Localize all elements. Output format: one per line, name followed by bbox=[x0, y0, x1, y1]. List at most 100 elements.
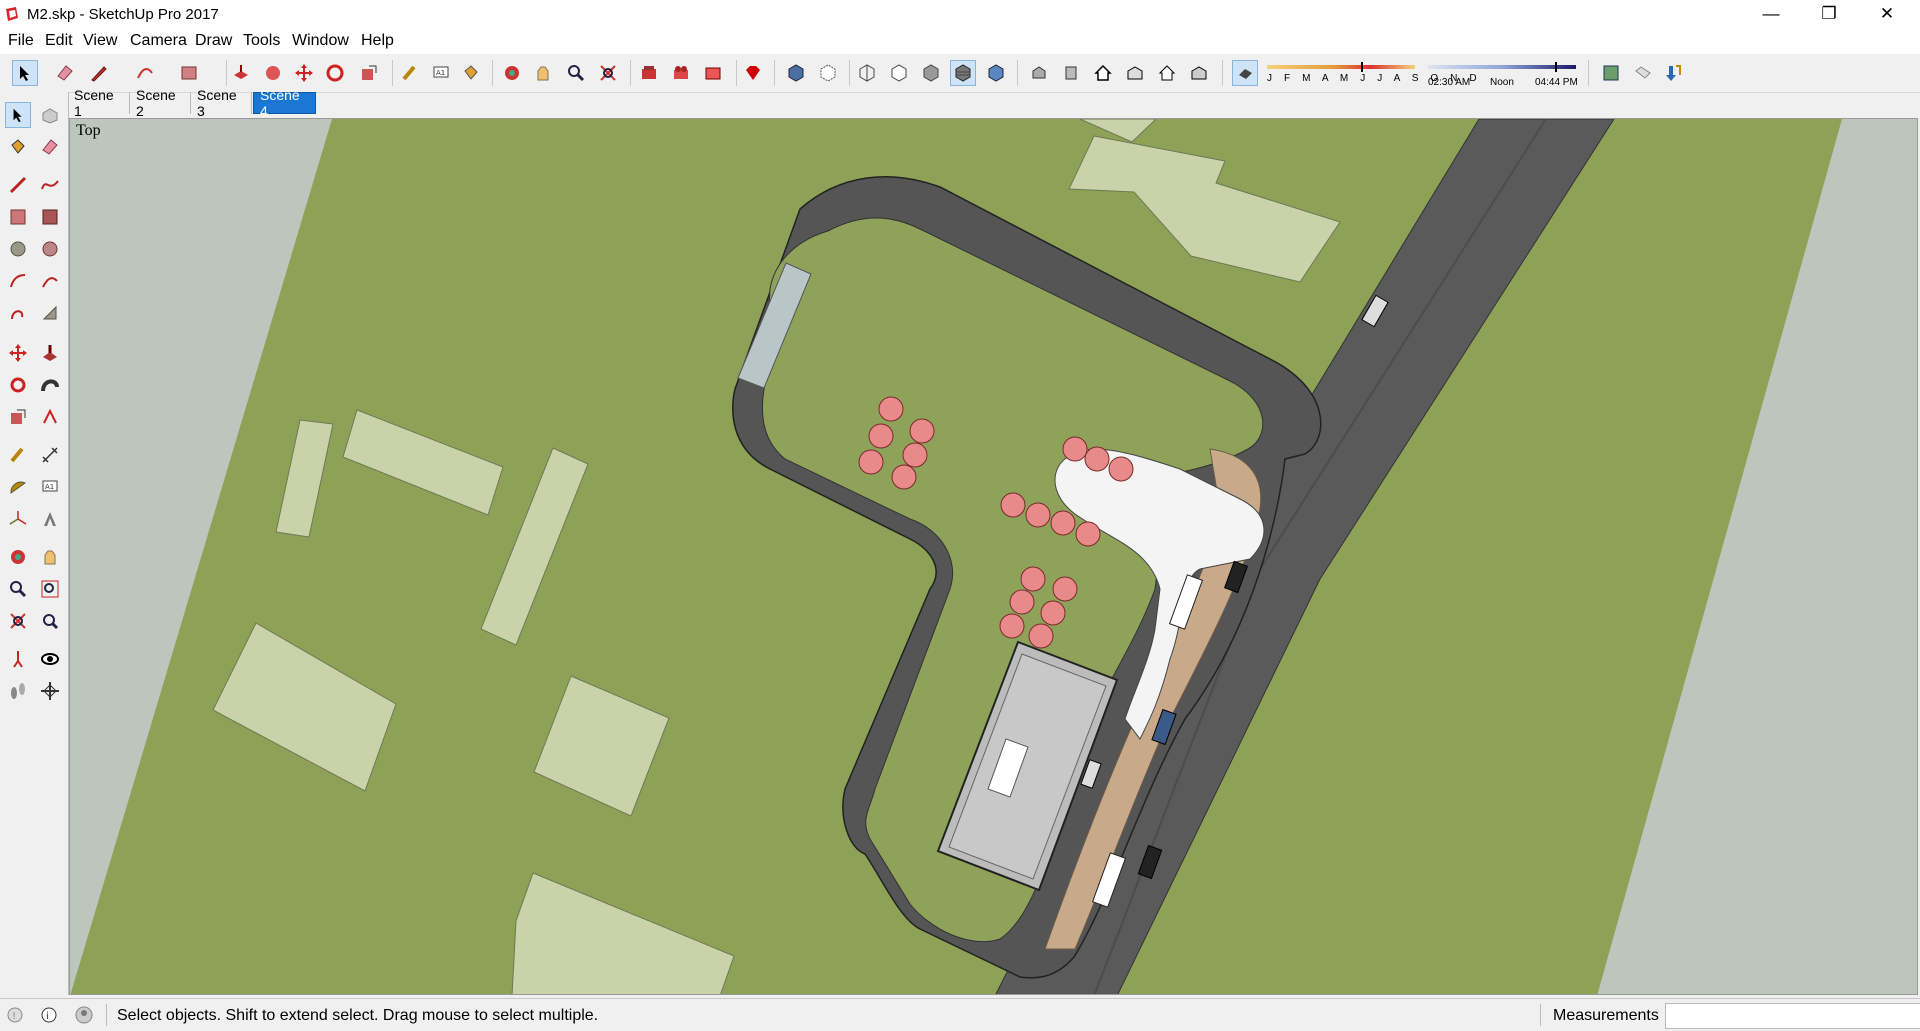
pan-icon[interactable] bbox=[530, 60, 556, 86]
zoom-extents-icon[interactable] bbox=[595, 60, 621, 86]
tape-measure-icon[interactable] bbox=[397, 60, 423, 86]
arc-icon[interactable] bbox=[132, 60, 158, 86]
shaded-textures-icon[interactable] bbox=[950, 60, 976, 86]
follow-me-tool-icon[interactable] bbox=[37, 372, 63, 398]
tag-icon[interactable] bbox=[1630, 60, 1656, 86]
rectangle-icon[interactable] bbox=[176, 60, 202, 86]
model-viewport[interactable]: Top bbox=[69, 118, 1918, 995]
three-point-arc-icon[interactable] bbox=[5, 300, 31, 326]
front-view-icon[interactable] bbox=[1090, 60, 1116, 86]
menu-file[interactable]: File bbox=[8, 32, 34, 50]
make-component-icon[interactable] bbox=[37, 102, 63, 128]
3d-text-tool-icon[interactable] bbox=[37, 506, 63, 532]
zoom-extents-tool-icon[interactable] bbox=[5, 608, 31, 634]
move-icon[interactable] bbox=[291, 60, 317, 86]
restore-button[interactable]: ❐ bbox=[1800, 0, 1858, 28]
close-button[interactable]: ✕ bbox=[1858, 0, 1916, 28]
section-plane-icon[interactable] bbox=[37, 678, 63, 704]
zoom-icon[interactable] bbox=[563, 60, 589, 86]
right-view-icon[interactable] bbox=[1122, 60, 1148, 86]
shadow-time-slider[interactable]: 02:30 AM Noon 04:44 PM bbox=[1428, 60, 1578, 88]
dimension-tool-icon[interactable] bbox=[37, 442, 63, 468]
layers-icon[interactable] bbox=[1661, 60, 1687, 86]
previous-view-icon[interactable] bbox=[37, 608, 63, 634]
credits-info-icon[interactable]: i bbox=[40, 1006, 58, 1024]
menu-window[interactable]: Window bbox=[292, 32, 349, 50]
tape-measure-tool-icon[interactable] bbox=[5, 442, 31, 468]
styles-icon[interactable] bbox=[1598, 60, 1624, 86]
user-account-icon[interactable] bbox=[75, 1006, 93, 1024]
polygon-tool-icon[interactable] bbox=[37, 236, 63, 262]
menu-tools[interactable]: Tools bbox=[243, 32, 280, 50]
protractor-tool-icon[interactable] bbox=[5, 474, 31, 500]
wireframe-icon[interactable] bbox=[854, 60, 880, 86]
offset-tool-icon[interactable] bbox=[37, 404, 63, 430]
arc-tool-icon[interactable] bbox=[5, 268, 31, 294]
rotate-tool-icon[interactable] bbox=[5, 372, 31, 398]
push-pull-tool-icon[interactable] bbox=[37, 340, 63, 366]
hidden-line-icon[interactable] bbox=[886, 60, 912, 86]
pie-tool-icon[interactable] bbox=[37, 300, 63, 326]
paint-bucket-icon[interactable] bbox=[458, 60, 484, 86]
left-view-icon[interactable] bbox=[1186, 60, 1212, 86]
extension-icon[interactable] bbox=[700, 60, 726, 86]
tab-scene-1[interactable]: Scene 1 bbox=[68, 87, 130, 119]
menu-bar: File Edit View Camera Draw Tools Window … bbox=[0, 28, 1920, 54]
restore-icon: ❐ bbox=[1821, 4, 1837, 23]
move-tool-icon[interactable] bbox=[5, 340, 31, 366]
eraser-tool-icon[interactable] bbox=[37, 134, 63, 160]
zoom-window-tool-icon[interactable] bbox=[37, 576, 63, 602]
orbit-tool-icon[interactable] bbox=[5, 544, 31, 570]
text-tool-icon[interactable]: A1 bbox=[37, 474, 63, 500]
rotate-icon[interactable] bbox=[322, 60, 348, 86]
back-edges-icon[interactable] bbox=[815, 60, 841, 86]
svg-text:A1: A1 bbox=[436, 69, 445, 77]
position-camera-icon[interactable] bbox=[5, 646, 31, 672]
line-tool-icon[interactable] bbox=[5, 172, 31, 198]
rectangle-tool-icon[interactable] bbox=[5, 204, 31, 230]
time-gradient-bar bbox=[1428, 62, 1576, 72]
text-icon[interactable]: A1 bbox=[428, 60, 454, 86]
measurements-input[interactable] bbox=[1665, 1003, 1920, 1029]
xray-icon[interactable] bbox=[783, 60, 809, 86]
pan-tool-icon[interactable] bbox=[37, 544, 63, 570]
menu-edit[interactable]: Edit bbox=[45, 32, 73, 50]
tab-scene-2[interactable]: Scene 2 bbox=[130, 87, 191, 119]
freehand-tool-icon[interactable] bbox=[37, 172, 63, 198]
warehouse-icon[interactable] bbox=[636, 60, 662, 86]
walk-tool-icon[interactable] bbox=[5, 678, 31, 704]
tab-scene-4[interactable]: Scene 4 bbox=[253, 87, 316, 119]
top-view-icon[interactable] bbox=[1058, 60, 1084, 86]
circle-tool-icon[interactable] bbox=[5, 236, 31, 262]
select-tool-icon[interactable] bbox=[5, 102, 31, 128]
tab-scene-3[interactable]: Scene 3 bbox=[191, 87, 252, 119]
ruby-icon[interactable] bbox=[740, 60, 766, 86]
back-view-icon[interactable] bbox=[1154, 60, 1180, 86]
components-icon[interactable] bbox=[668, 60, 694, 86]
shadow-date-slider[interactable]: J F M A M J J A S O N D bbox=[1267, 60, 1477, 88]
geo-location-icon[interactable]: ! bbox=[6, 1006, 24, 1024]
zoom-tool-icon[interactable] bbox=[5, 576, 31, 602]
menu-view[interactable]: View bbox=[83, 32, 117, 50]
orbit-icon[interactable] bbox=[499, 60, 525, 86]
scale-tool-icon[interactable] bbox=[5, 404, 31, 430]
two-point-arc-icon[interactable] bbox=[37, 268, 63, 294]
paint-tool-icon[interactable] bbox=[5, 134, 31, 160]
pencil-icon[interactable] bbox=[86, 60, 112, 86]
shaded-icon[interactable] bbox=[918, 60, 944, 86]
push-pull-icon[interactable] bbox=[228, 60, 254, 86]
menu-camera[interactable]: Camera bbox=[130, 32, 187, 50]
eraser-icon[interactable] bbox=[52, 60, 78, 86]
select-icon[interactable] bbox=[12, 60, 38, 86]
monochrome-icon[interactable] bbox=[983, 60, 1009, 86]
rotated-rectangle-icon[interactable] bbox=[37, 204, 63, 230]
menu-help[interactable]: Help bbox=[361, 32, 394, 50]
look-around-icon[interactable] bbox=[37, 646, 63, 672]
scale-icon[interactable] bbox=[356, 60, 382, 86]
axes-tool-icon[interactable] bbox=[5, 506, 31, 532]
minimize-button[interactable]: — bbox=[1742, 0, 1800, 28]
shadows-toggle-icon[interactable] bbox=[1232, 60, 1258, 86]
follow-me-icon[interactable] bbox=[260, 60, 286, 86]
iso-view-icon[interactable] bbox=[1026, 60, 1052, 86]
menu-draw[interactable]: Draw bbox=[195, 32, 232, 50]
